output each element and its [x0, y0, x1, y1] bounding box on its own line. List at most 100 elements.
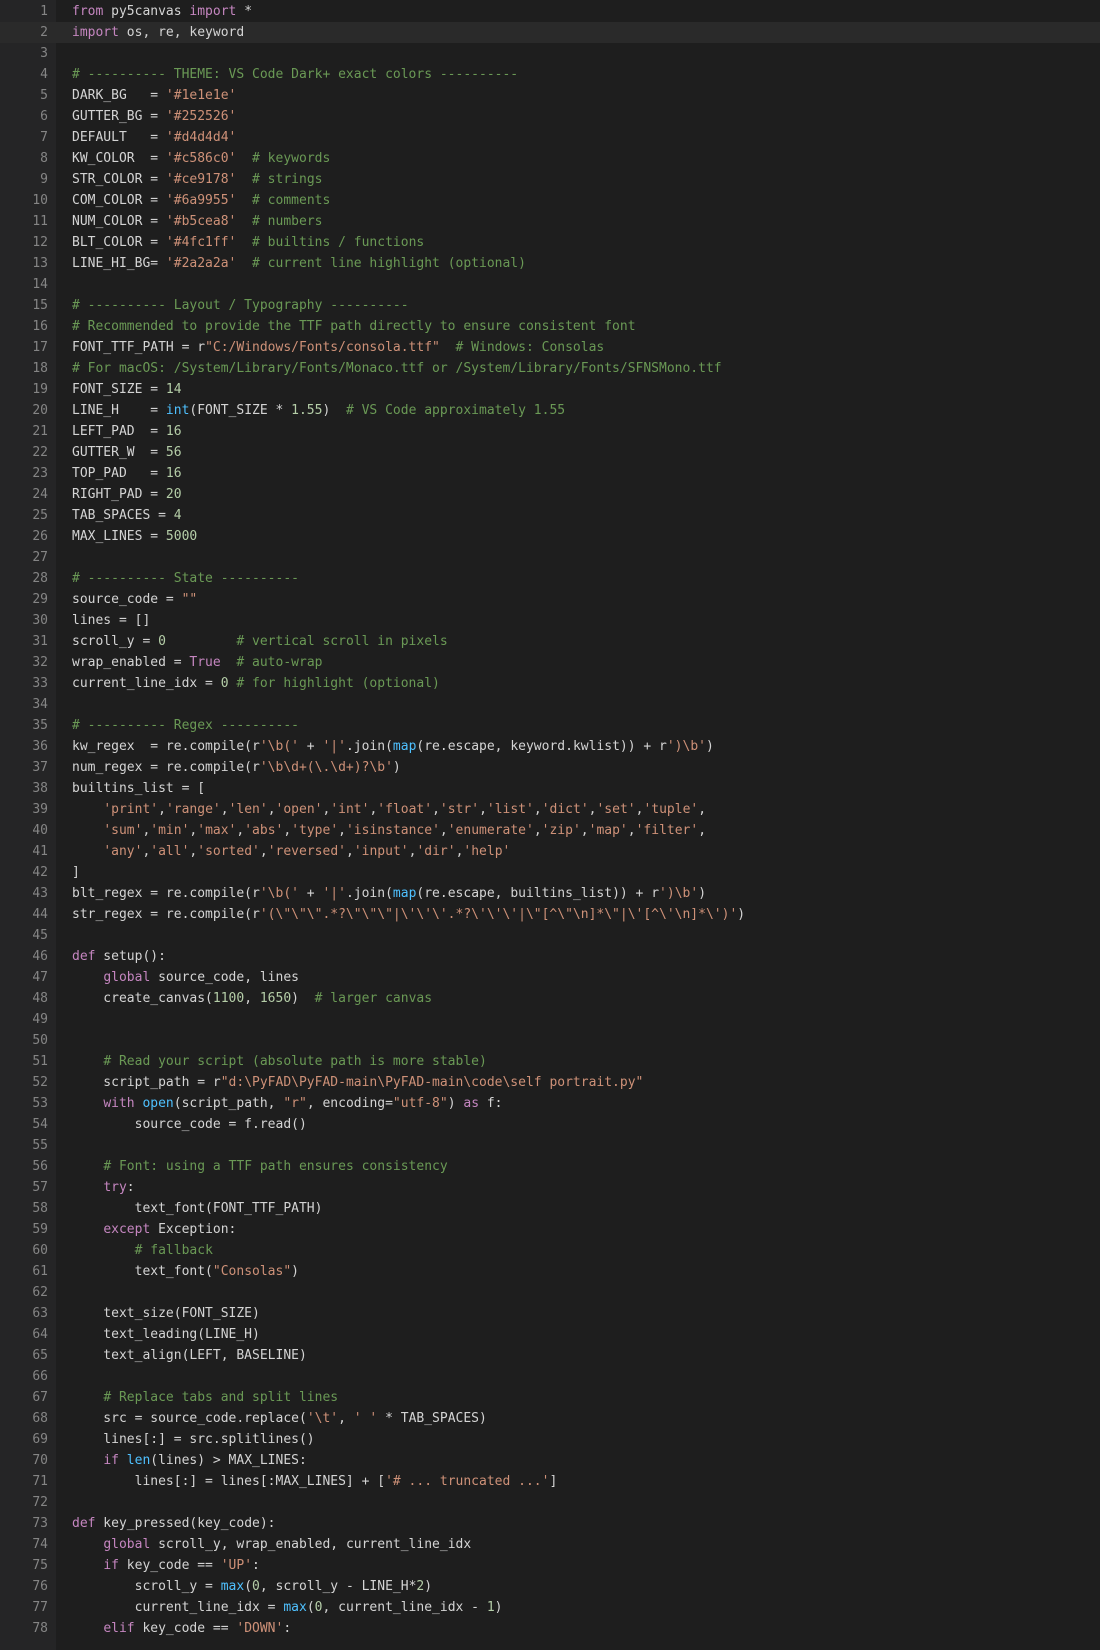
code-line[interactable]: 53 with open(script_path, "r", encoding=…: [0, 1093, 1100, 1114]
code-line[interactable]: 25 TAB_SPACES = 4: [0, 505, 1100, 526]
code-line[interactable]: 70 if len(lines) > MAX_LINES:: [0, 1450, 1100, 1471]
code-line[interactable]: 50: [0, 1030, 1100, 1051]
code-line[interactable]: 60 # fallback: [0, 1240, 1100, 1261]
code-line[interactable]: 78 elif key_code == 'DOWN':: [0, 1618, 1100, 1639]
code-line[interactable]: 38 builtins_list = [: [0, 778, 1100, 799]
code-line[interactable]: 31 scroll_y = 0 # vertical scroll in pixe…: [0, 631, 1100, 652]
code-line[interactable]: 37 num_regex = re.compile(r'\b\d+(\.\d+)?…: [0, 757, 1100, 778]
code-line[interactable]: 29 source_code = "": [0, 589, 1100, 610]
code-area[interactable]: 1 from py5canvas import * 2 import os, re, …: [0, 1, 1100, 1639]
code-line[interactable]: 27: [0, 547, 1100, 568]
code-line[interactable]: 33 current_line_idx = 0 # for highlight (…: [0, 673, 1100, 694]
code-line[interactable]: 77 current_line_idx = max(0, current_lin…: [0, 1597, 1100, 1618]
code-line[interactable]: 34: [0, 694, 1100, 715]
code-line[interactable]: 63 text_size(FONT_SIZE): [0, 1303, 1100, 1324]
line-number: 47: [32, 970, 48, 985]
code-line[interactable]: 71 lines[:] = lines[:MAX_LINES] + ['# ..…: [0, 1471, 1100, 1492]
line-text: text_size(FONT_SIZE): [72, 1303, 260, 1324]
code-line[interactable]: 36 kw_regex = re.compile(r'\b(' + '|'.joi…: [0, 736, 1100, 757]
code-line[interactable]: 13 LINE_HI_BG= '#2a2a2a' # current line h…: [0, 253, 1100, 274]
code-line[interactable]: 56 # Font: using a TTF path ensures cons…: [0, 1156, 1100, 1177]
code-token: ' ': [353, 1411, 378, 1426]
code-line[interactable]: 35 # ---------- Regex ----------: [0, 715, 1100, 736]
code-line[interactable]: 75 if key_code == 'UP':: [0, 1555, 1100, 1576]
code-line[interactable]: 58 text_font(FONT_TTF_PATH): [0, 1198, 1100, 1219]
code-token: '#b5cea8': [165, 214, 237, 229]
code-token: # Recommended to provide the TTF path di…: [72, 319, 636, 334]
code-token: ): [392, 760, 401, 775]
code-editor[interactable]: 1 from py5canvas import * 2 import os, re, …: [0, 0, 1100, 1650]
code-line[interactable]: 67 # Replace tabs and split lines: [0, 1387, 1100, 1408]
code-line[interactable]: 11 NUM_COLOR = '#b5cea8' # numbers: [0, 211, 1100, 232]
code-line[interactable]: 44 str_regex = re.compile(r'(\"\"\".*?\"\…: [0, 904, 1100, 925]
code-line[interactable]: 42]: [0, 862, 1100, 883]
code-line[interactable]: 54 source_code = f.read(): [0, 1114, 1100, 1135]
line-text: KW_COLOR = '#c586c0' # keywords: [72, 148, 330, 169]
line-number: 67: [32, 1390, 48, 1405]
code-line[interactable]: 72: [0, 1492, 1100, 1513]
code-line[interactable]: 46 def setup():: [0, 946, 1100, 967]
code-token: TAB_SPACES =: [72, 508, 174, 523]
code-token: 'reversed': [267, 844, 346, 859]
code-line[interactable]: 19 FONT_SIZE = 14: [0, 379, 1100, 400]
code-line[interactable]: 43 blt_regex = re.compile(r'\b(' + '|'.jo…: [0, 883, 1100, 904]
code-token: .join(: [345, 739, 393, 754]
code-line[interactable]: 3: [0, 43, 1100, 64]
code-line[interactable]: 41 'any','all','sorted','reversed','inpu…: [0, 841, 1100, 862]
code-line[interactable]: 62: [0, 1282, 1100, 1303]
code-line[interactable]: 6 GUTTER_BG = '#252526': [0, 106, 1100, 127]
code-line[interactable]: 24 RIGHT_PAD = 20: [0, 484, 1100, 505]
code-line[interactable]: 22 GUTTER_W = 56: [0, 442, 1100, 463]
code-line[interactable]: 30 lines = []: [0, 610, 1100, 631]
code-line[interactable]: 49: [0, 1009, 1100, 1030]
code-line[interactable]: 17 FONT_TTF_PATH = r"C:/Windows/Fonts/con…: [0, 337, 1100, 358]
code-token: "": [181, 592, 198, 607]
code-line[interactable]: 2 import os, re, keyword: [0, 22, 1100, 43]
code-line[interactable]: 57 try:: [0, 1177, 1100, 1198]
code-line[interactable]: 59 except Exception:: [0, 1219, 1100, 1240]
code-line[interactable]: 23 TOP_PAD = 16: [0, 463, 1100, 484]
code-line[interactable]: 9 STR_COLOR = '#ce9178' # strings: [0, 169, 1100, 190]
code-line[interactable]: 18 # For macOS: /System/Library/Fonts/Mon…: [0, 358, 1100, 379]
code-token: ]: [72, 865, 80, 880]
code-line[interactable]: 28 # ---------- State ----------: [0, 568, 1100, 589]
code-line[interactable]: 61 text_font("Consolas"): [0, 1261, 1100, 1282]
line-number: 12: [32, 235, 48, 250]
code-line[interactable]: 40 'sum','min','max','abs','type','isins…: [0, 820, 1100, 841]
code-line[interactable]: 68 src = source_code.replace('\t', ' ' *…: [0, 1408, 1100, 1429]
code-line[interactable]: 69 lines[:] = src.splitlines(): [0, 1429, 1100, 1450]
code-line[interactable]: 73 def key_pressed(key_code):: [0, 1513, 1100, 1534]
code-line[interactable]: 8 KW_COLOR = '#c586c0' # keywords: [0, 148, 1100, 169]
code-line[interactable]: 65 text_align(LEFT, BASELINE): [0, 1345, 1100, 1366]
code-line[interactable]: 64 text_leading(LINE_H): [0, 1324, 1100, 1345]
code-line[interactable]: 76 scroll_y = max(0, scroll_y - LINE_H*2…: [0, 1576, 1100, 1597]
code-line[interactable]: 15 # ---------- Layout / Typography -----…: [0, 295, 1100, 316]
code-line[interactable]: 45: [0, 925, 1100, 946]
code-token: :: [252, 1558, 260, 1573]
code-line[interactable]: 7 DEFAULT = '#d4d4d4': [0, 127, 1100, 148]
code-line[interactable]: 66: [0, 1366, 1100, 1387]
code-line[interactable]: 51 # Read your script (absolute path is …: [0, 1051, 1100, 1072]
code-line[interactable]: 39 'print','range','len','open','int','f…: [0, 799, 1100, 820]
line-number: 74: [32, 1537, 48, 1552]
code-line[interactable]: 47 global source_code, lines: [0, 967, 1100, 988]
code-line[interactable]: 5 DARK_BG = '#1e1e1e': [0, 85, 1100, 106]
code-line[interactable]: 14: [0, 274, 1100, 295]
code-line[interactable]: 55: [0, 1135, 1100, 1156]
code-line[interactable]: 12 BLT_COLOR = '#4fc1ff' # builtins / fun…: [0, 232, 1100, 253]
code-line[interactable]: 10 COM_COLOR = '#6a9955' # comments: [0, 190, 1100, 211]
code-line[interactable]: 74 global scroll_y, wrap_enabled, curren…: [0, 1534, 1100, 1555]
code-line[interactable]: 1 from py5canvas import *: [0, 1, 1100, 22]
code-line[interactable]: 26 MAX_LINES = 5000: [0, 526, 1100, 547]
code-line[interactable]: 16 # Recommended to provide the TTF path …: [0, 316, 1100, 337]
code-line[interactable]: 52 script_path = r"d:\PyFAD\PyFAD-main\P…: [0, 1072, 1100, 1093]
code-line[interactable]: 20 LINE_H = int(FONT_SIZE * 1.55) # VS Co…: [0, 400, 1100, 421]
code-line[interactable]: 21 LEFT_PAD = 16: [0, 421, 1100, 442]
code-line[interactable]: 4 # ---------- THEME: VS Code Dark+ exact…: [0, 64, 1100, 85]
code-token: GUTTER_BG =: [72, 109, 166, 124]
code-token: BLT_COLOR =: [72, 235, 166, 250]
code-line[interactable]: 48 create_canvas(1100, 1650) # larger ca…: [0, 988, 1100, 1009]
code-line[interactable]: 32 wrap_enabled = True # auto-wrap: [0, 652, 1100, 673]
code-token: COM_COLOR =: [72, 193, 166, 208]
